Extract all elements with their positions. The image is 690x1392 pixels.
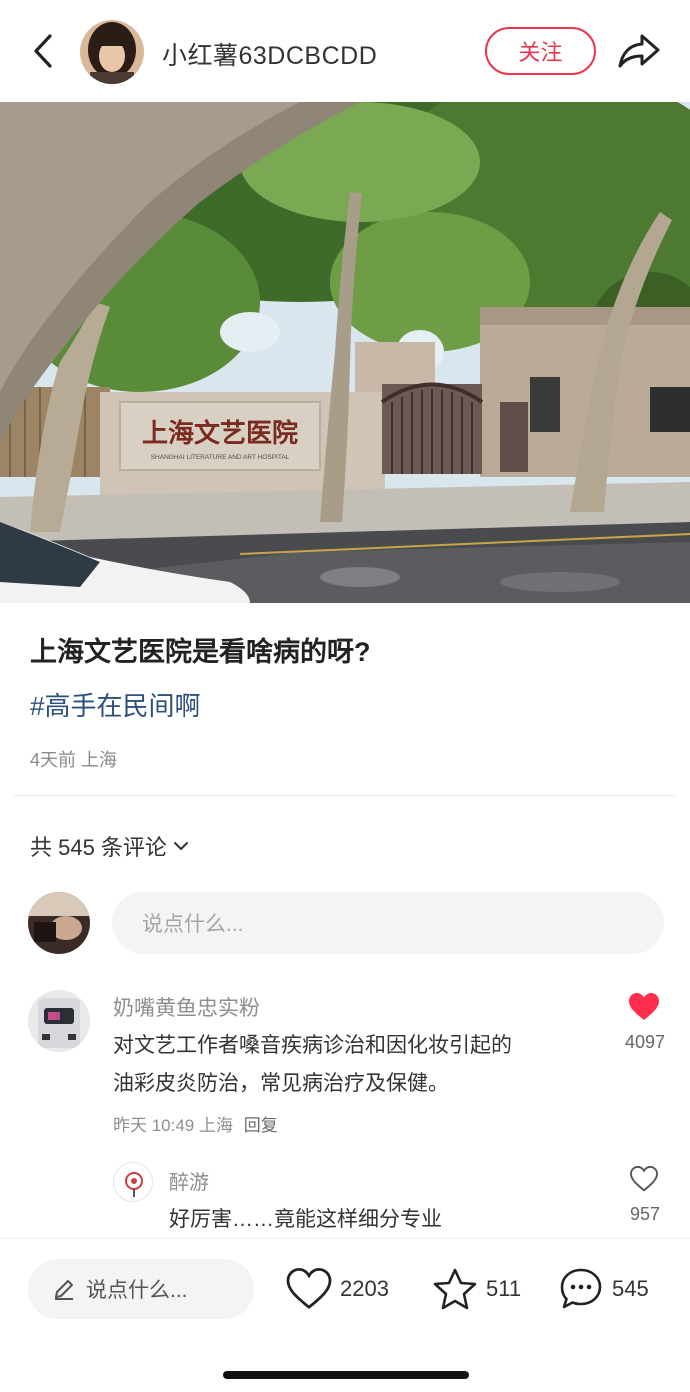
heart-icon	[629, 993, 659, 1020]
like-count: 2203	[340, 1276, 389, 1301]
chevron-down-icon	[173, 842, 188, 850]
share-icon	[618, 34, 660, 68]
like-button[interactable]: 2203	[286, 1261, 389, 1317]
collect-button[interactable]: 511	[432, 1261, 521, 1317]
reply-like-count: 957	[629, 1204, 661, 1224]
comment-button[interactable]: 545	[558, 1261, 649, 1317]
star-icon	[433, 1268, 477, 1310]
comment-text-line: 对文艺工作者嗓音疾病诊治和因化妆引起的	[113, 1034, 512, 1057]
comments-count-label: 共 545 条评论	[30, 835, 167, 860]
comment-time: 昨天 10:49 上海	[113, 1116, 233, 1135]
divider	[14, 795, 676, 796]
replier-name[interactable]: 醉游	[169, 1166, 209, 1195]
hospital-sign-text: 上海文艺医院	[142, 418, 298, 449]
comment-text: 对文艺工作者嗓音疾病诊治和因化妆引起的 油彩皮炎防治，常见病治疗及保健。	[113, 1027, 593, 1103]
author-avatar[interactable]	[80, 20, 144, 84]
reply-button[interactable]: 回复	[244, 1116, 278, 1135]
share-button[interactable]	[616, 30, 662, 72]
pencil-icon	[55, 1280, 73, 1300]
bottom-input-placeholder: 说点什么...	[86, 1279, 188, 1302]
comment-meta: 昨天 10:49 上海 回复	[113, 1111, 278, 1136]
comment-text-line: 油彩皮炎防治，常见病治疗及保健。	[113, 1072, 449, 1095]
comment-count: 545	[612, 1276, 649, 1301]
bottom-action-bar: 说点什么... 2203 511 545	[0, 1238, 690, 1392]
heart-icon	[286, 1268, 332, 1309]
author-name[interactable]: 小红薯63DCBCDD	[162, 36, 377, 72]
post-hashtag[interactable]: #高手在民间啊	[30, 686, 200, 723]
reply-text: 好厉害……竟能这样细分专业	[169, 1208, 442, 1231]
post-header: 小红薯63DCBCDD 关注	[0, 0, 690, 102]
home-indicator[interactable]	[223, 1371, 469, 1379]
my-avatar	[28, 892, 90, 954]
comment-like-count: 4097	[624, 1032, 666, 1052]
comment-bubble-icon	[560, 1268, 602, 1309]
comments-count-toggle[interactable]: 共 545 条评论	[30, 830, 189, 862]
heart-icon	[630, 1165, 658, 1192]
follow-button[interactable]: 关注	[485, 27, 596, 75]
hospital-sign-subtext: SHANGHAI LITERATURE AND ART HOSPITAL	[151, 454, 290, 461]
back-button[interactable]	[28, 30, 58, 72]
commenter-avatar[interactable]	[28, 990, 90, 1052]
reply-like-button[interactable]	[630, 1165, 658, 1192]
comment-like-button[interactable]	[628, 992, 660, 1022]
post-title: 上海文艺医院是看啥病的呀?	[30, 637, 371, 667]
collect-count: 511	[486, 1276, 522, 1301]
post-meta: 4天前 上海	[30, 750, 118, 770]
comment-input[interactable]: 说点什么...	[112, 892, 664, 954]
post-cover-image[interactable]: 上海文艺医院 SHANGHAI LITERATURE AND ART HOSPI…	[0, 102, 690, 603]
commenter-name[interactable]: 奶嘴黄鱼忠实粉	[113, 992, 260, 1022]
replier-avatar[interactable]	[113, 1162, 153, 1202]
bottom-comment-input[interactable]: 说点什么...	[28, 1259, 254, 1319]
back-icon	[34, 34, 52, 68]
